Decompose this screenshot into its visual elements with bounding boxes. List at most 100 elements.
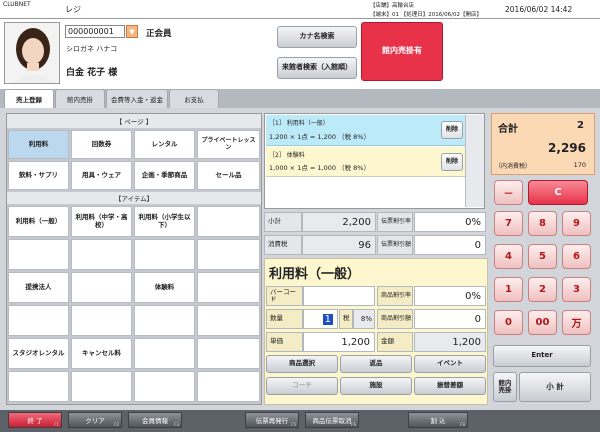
hall-sale-key[interactable]: 館内売掛 (493, 372, 517, 402)
fkey-label: クリア (85, 417, 105, 425)
item-amount-value[interactable]: 0 (414, 309, 486, 329)
avatar (5, 23, 59, 83)
terminal-line: 【端末】01 【処理日】2016/06/02【開店】 (370, 12, 482, 18)
empty-item-slot[interactable] (197, 272, 260, 303)
line-item[interactable]: ［2］ 体験料 1,000 × 1点 = 1,000 （税 8%） 削除 (266, 147, 484, 177)
item-section-header: 【アイテム】 (7, 192, 261, 204)
tab-payment[interactable]: お支払 (169, 89, 219, 108)
item-usage-student[interactable]: 利用料（中学・高校） (71, 206, 132, 237)
total-panel: 合計 2 2,296 （内消費税） 170 (491, 113, 595, 175)
page-goods[interactable]: 用具・ウェア (71, 161, 132, 190)
tab-fee-deposit[interactable]: 会費等入金・返金 (106, 89, 168, 108)
page-seasonal[interactable]: 企画・季節商品 (134, 161, 195, 190)
empty-item-slot[interactable] (134, 338, 195, 369)
key-7[interactable]: 2 (528, 277, 557, 302)
minus-key[interactable]: － (494, 180, 523, 205)
empty-item-slot[interactable] (197, 305, 260, 336)
key-5[interactable]: 6 (562, 244, 591, 269)
barcode-input[interactable] (303, 286, 375, 306)
end-button[interactable]: 終 了 F1 (8, 412, 62, 428)
app-name: CLUBNET (3, 1, 31, 8)
line-scrollbar[interactable] (465, 115, 484, 207)
slip-rate-value[interactable]: 0% (414, 212, 486, 232)
member-dropdown-button[interactable]: ▼ (126, 25, 138, 38)
empty-item-slot[interactable] (197, 206, 260, 237)
slip-amount-value[interactable]: 0 (414, 235, 486, 255)
page-drinks[interactable]: 飲料・サプリ (8, 161, 69, 190)
item-rate-label: 商品割引率 (377, 286, 413, 306)
key-10[interactable]: 00 (528, 310, 557, 335)
item-amount-label: 商品割引額 (377, 309, 413, 329)
return-button[interactable]: 返品 (340, 355, 412, 373)
delete-button[interactable]: 削除 (441, 121, 463, 139)
key-11[interactable]: 万 (562, 310, 591, 335)
tab-in-hall-sale[interactable]: 館内売掛 (55, 89, 105, 108)
member-info-button[interactable]: 会員情報 F3 (128, 412, 182, 428)
empty-item-slot[interactable] (71, 305, 132, 336)
empty-item-slot[interactable] (197, 239, 260, 270)
tab-sales-entry[interactable]: 売上登録 (4, 89, 54, 108)
tax-rate-value[interactable]: 8% (353, 309, 375, 329)
tax-value: 96 (302, 235, 376, 255)
page-usage-fee[interactable]: 利用料 (8, 130, 69, 159)
empty-item-slot[interactable] (134, 371, 195, 402)
screen-title: レジ (65, 5, 81, 14)
item-usage-general[interactable]: 利用料（一般） (8, 206, 69, 237)
empty-item-slot[interactable] (71, 272, 132, 303)
clear-button[interactable]: クリア F2 (68, 412, 122, 428)
line-item-selected[interactable]: ［1］ 利用料（一般） 1,200 × 1点 = 1,200 （税 8%） 削除 (266, 115, 484, 146)
empty-item-slot[interactable] (8, 305, 69, 336)
member-name: 白金 花子 様 (66, 68, 118, 78)
empty-item-slot[interactable] (197, 338, 260, 369)
page-section-header: 【 ページ 】 (7, 114, 261, 128)
key-9[interactable]: 0 (494, 310, 523, 335)
empty-item-slot[interactable] (134, 305, 195, 336)
page-item-panel: 【 ページ 】 利用料 回数券 レンタル プライベートレッスン 飲料・サプリ 用… (6, 113, 262, 405)
product-select-button[interactable]: 商品選択 (266, 355, 338, 373)
delete-button[interactable]: 削除 (441, 153, 463, 171)
reissue-slip-button[interactable]: 伝票再発行 F5 (245, 412, 299, 428)
key-3[interactable]: 4 (494, 244, 523, 269)
transfer-diff-button[interactable]: 振替差額 (414, 377, 486, 395)
subtotal-label: 小計 (264, 212, 302, 232)
empty-item-slot[interactable] (8, 239, 69, 270)
interrupt-button[interactable]: 割 込 F8 (408, 412, 468, 428)
tax-included-label: （内消費税） (495, 163, 532, 170)
slip-amount-label: 伝票割引額 (377, 235, 413, 255)
page-coupon[interactable]: 回数券 (71, 130, 132, 159)
key-6[interactable]: 1 (494, 277, 523, 302)
key-0[interactable]: 7 (494, 211, 523, 236)
item-button[interactable]: 体験料 (134, 272, 195, 303)
key-4[interactable]: 5 (528, 244, 557, 269)
item-button[interactable]: スタジオレンタル (8, 338, 69, 369)
cancel-slip-button[interactable]: 商品伝票取消 F6 (305, 412, 359, 428)
empty-item-slot[interactable] (197, 371, 260, 402)
item-button[interactable]: キャンセル料 (71, 338, 132, 369)
empty-item-slot[interactable] (71, 239, 132, 270)
key-1[interactable]: 8 (528, 211, 557, 236)
price-input[interactable]: 1,200 (303, 332, 375, 352)
in-hall-sale-button[interactable]: 館内売掛有 (361, 22, 443, 81)
page-private-lesson[interactable]: プライベートレッスン (197, 130, 260, 159)
empty-item-slot[interactable] (71, 371, 132, 402)
qty-input[interactable]: 1 (303, 309, 338, 329)
item-rate-value[interactable]: 0% (414, 286, 486, 306)
clear-key[interactable]: C (528, 180, 588, 205)
member-number-field[interactable]: 000000001 (65, 25, 125, 38)
empty-item-slot[interactable] (134, 239, 195, 270)
page-sale[interactable]: セール品 (197, 161, 260, 190)
subtotal-key[interactable]: 小 計 (519, 372, 591, 402)
enter-key[interactable]: Enter (493, 345, 591, 367)
empty-item-slot[interactable] (8, 371, 69, 402)
event-button[interactable]: イベント (414, 355, 486, 373)
visitor-search-button[interactable]: 来館者検索（入館順） (277, 57, 357, 79)
page-rental[interactable]: レンタル (134, 130, 195, 159)
kana-search-button[interactable]: カナ名検索 (277, 26, 357, 48)
facility-button[interactable]: 施設 (340, 377, 412, 395)
item-button[interactable]: 提携法人 (8, 272, 69, 303)
coach-button[interactable]: コーチ (266, 377, 338, 395)
item-usage-child[interactable]: 利用料（小学生以下） (134, 206, 195, 237)
key-8[interactable]: 3 (562, 277, 591, 302)
key-2[interactable]: 9 (562, 211, 591, 236)
tax-included-value: 170 (573, 161, 586, 169)
